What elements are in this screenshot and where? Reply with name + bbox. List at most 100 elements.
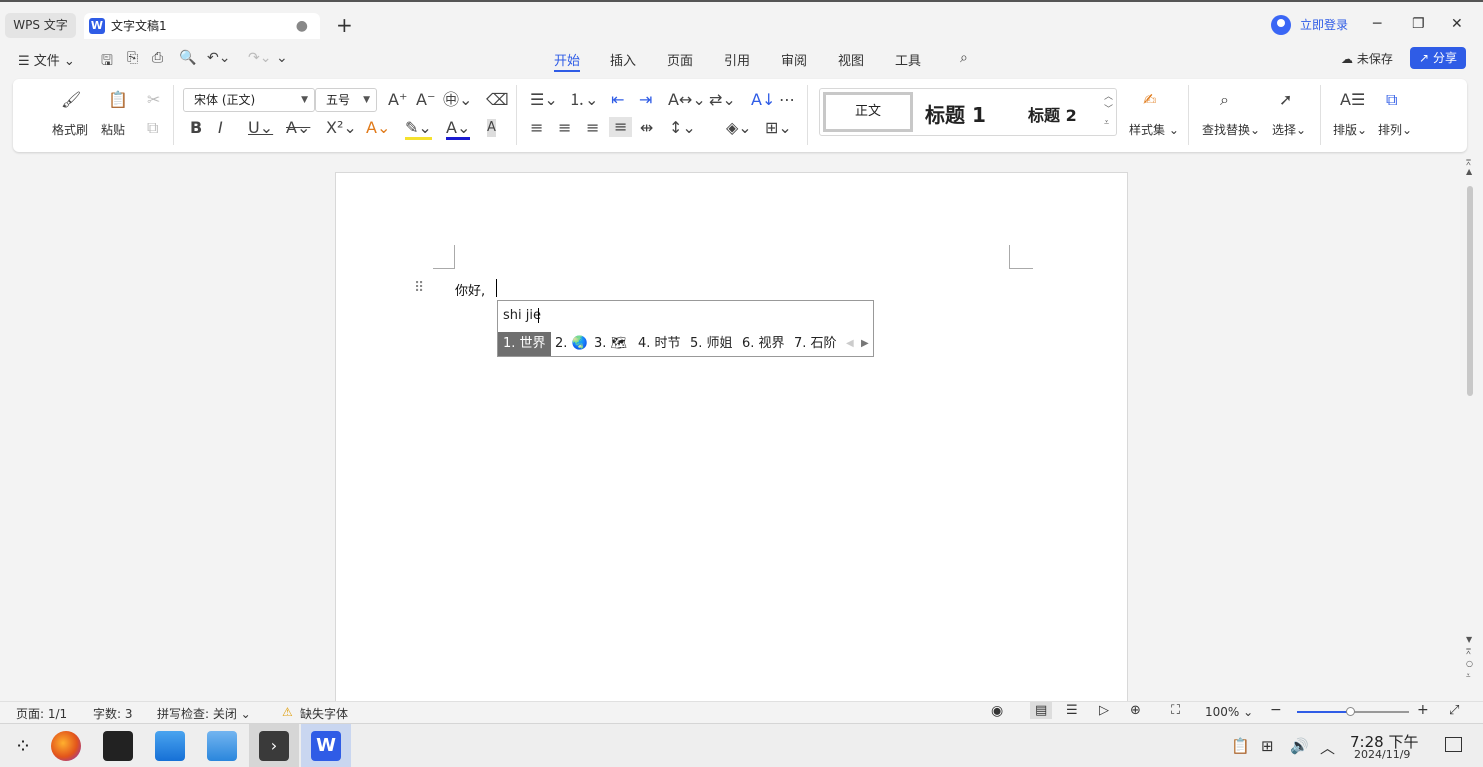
paste-button[interactable]: 粘贴 [101, 121, 125, 138]
align-left-icon[interactable]: ≡ [530, 119, 543, 137]
fit-page-icon[interactable]: ⛶ [1171, 703, 1180, 718]
superscript-icon[interactable]: X²⌄ [326, 119, 357, 137]
ime-candidate-6[interactable]: 6. 视界 [742, 332, 785, 356]
drag-handle-icon[interactable]: ⠿ [414, 280, 424, 296]
vertical-scrollbar-thumb[interactable] [1467, 186, 1473, 396]
find-replace-button[interactable]: 查找替换⌄ [1202, 121, 1260, 138]
zoom-in-icon[interactable]: + [1417, 702, 1429, 718]
ime-candidate-3[interactable]: 3. 🗺 [594, 332, 627, 356]
layout-button[interactable]: 排版⌄ [1333, 121, 1367, 138]
missing-font-link[interactable]: 缺失字体 [300, 705, 348, 722]
justify-icon[interactable]: ≡ [609, 117, 633, 137]
strikethrough-icon[interactable]: A⌄ [286, 119, 310, 137]
text-direction-icon[interactable]: ⇄⌄ [709, 91, 736, 109]
page-view-icon[interactable]: ▤ [1030, 702, 1053, 719]
print-icon[interactable]: ⎙ [152, 50, 163, 66]
search-icon[interactable]: ⌕ [960, 50, 968, 66]
document-page[interactable] [335, 172, 1128, 712]
format-painter-icon[interactable]: 🖌 [61, 91, 81, 109]
arrange-icon[interactable]: ⧉ [1386, 91, 1397, 109]
format-painter-button[interactable]: 格式刷 [52, 121, 88, 138]
zoom-select[interactable]: 100% ⌄ [1205, 705, 1253, 719]
style-heading-1[interactable]: 标题 1 [925, 99, 986, 128]
more-quick-access-icon[interactable]: ⌄ [276, 50, 288, 66]
underline-icon[interactable]: U⌄ [248, 119, 273, 137]
font-size-select[interactable]: 五号 ▼ [315, 88, 377, 112]
volume-icon[interactable]: 🔊 [1290, 737, 1309, 755]
word-count[interactable]: 字数: 3 [93, 705, 133, 722]
tab-page[interactable]: 页面 [667, 50, 693, 69]
tab-wps-home[interactable]: WPS 文字 [5, 13, 76, 38]
tab-insert[interactable]: 插入 [610, 50, 636, 69]
distribute-icon[interactable]: ⇹ [640, 119, 653, 137]
italic-icon[interactable]: I [218, 119, 223, 137]
ime-candidate-5[interactable]: 5. 师姐 [690, 332, 733, 356]
copy-icon[interactable]: ⧉ [147, 119, 158, 137]
decrease-indent-icon[interactable]: ⇤ [611, 91, 624, 109]
ime-prev-page-icon[interactable]: ◀ [846, 332, 854, 356]
firefox-icon[interactable] [51, 731, 81, 761]
tab-review[interactable]: 审阅 [781, 50, 807, 69]
store-app-icon[interactable] [155, 731, 185, 761]
select-button[interactable]: 选择⌄ [1272, 121, 1306, 138]
borders-icon[interactable]: ⊞⌄ [765, 119, 792, 137]
align-center-icon[interactable]: ≡ [558, 119, 571, 137]
increase-indent-icon[interactable]: ⇥ [639, 91, 652, 109]
web-view-icon[interactable]: ⊕ [1130, 703, 1141, 718]
layout-icon[interactable]: A☰ [1340, 91, 1365, 109]
arrange-button[interactable]: 排列⌄ [1378, 121, 1412, 138]
launcher-icon[interactable]: ⁘ [8, 731, 38, 761]
save-icon[interactable]: 🖫 [101, 50, 113, 74]
font-color-icon[interactable]: A⌄ [446, 119, 471, 140]
style-normal[interactable]: 正文 [823, 92, 913, 132]
user-avatar-icon[interactable] [1271, 15, 1291, 35]
page-count[interactable]: 页面: 1/1 [16, 705, 67, 722]
restore-button[interactable]: ❐ [1412, 14, 1425, 34]
ime-candidate-2[interactable]: 2. 🌏 [555, 332, 588, 356]
zoom-slider-handle[interactable] [1346, 707, 1355, 716]
redo-icon[interactable]: ↷⌄ [248, 50, 271, 66]
terminal-icon[interactable]: › [259, 731, 289, 761]
tab-view[interactable]: 视图 [838, 50, 864, 69]
line-spacing-icon[interactable]: ↕⌄ [669, 119, 696, 137]
input-method-icon[interactable]: ⊞ [1261, 737, 1274, 755]
bullet-list-icon[interactable]: ☰⌄ [530, 91, 558, 109]
eye-icon[interactable]: ◉ [991, 703, 1003, 719]
file-menu[interactable]: ☰ 文件 ⌄ [18, 50, 75, 69]
highlight-icon[interactable]: ✎⌄ [405, 119, 432, 140]
tab-tools[interactable]: 工具 [895, 50, 921, 69]
ime-candidate-4[interactable]: 4. 时节 [638, 332, 681, 356]
show-marks-icon[interactable]: ⋯ [779, 91, 795, 109]
clear-format-icon[interactable]: ⌫ [486, 91, 509, 109]
tab-reference[interactable]: 引用 [724, 50, 750, 69]
paste-icon[interactable]: 📋 [108, 91, 128, 109]
sort-icon[interactable]: A↓ [751, 91, 775, 109]
ime-candidate-7[interactable]: 7. 石阶 [794, 332, 837, 356]
export-icon[interactable]: ⎘ [127, 50, 138, 66]
print-preview-icon[interactable]: 🔍 [179, 50, 196, 66]
settings-app-icon[interactable] [103, 731, 133, 761]
numbered-list-icon[interactable]: ⒈⌄ [569, 91, 598, 109]
cloud-unsaved-status[interactable]: ☁ 未保存 [1341, 50, 1393, 67]
document-text[interactable]: 你好, [455, 280, 485, 299]
shading-icon[interactable]: ◈⌄ [726, 119, 752, 137]
ime-candidate-1[interactable]: 1. 世界 [498, 332, 551, 356]
align-right-icon[interactable]: ≡ [586, 119, 599, 137]
scroll-up-icon[interactable]: ⩞ ▲ [1466, 158, 1472, 176]
file-manager-icon[interactable] [207, 731, 237, 761]
tab-home[interactable]: 开始 [554, 50, 580, 69]
close-button[interactable]: ✕ [1451, 14, 1463, 34]
outline-view-icon[interactable]: ☰ [1066, 703, 1078, 718]
bold-icon[interactable]: B [190, 119, 202, 137]
style-set-button[interactable]: 样式集 ⌄ [1129, 121, 1179, 138]
tray-expand-icon[interactable]: ︿ [1320, 737, 1335, 758]
zoom-out-icon[interactable]: − [1270, 702, 1282, 718]
phonetic-guide-icon[interactable]: ㊥⌄ [443, 91, 472, 109]
text-effect-icon[interactable]: A⌄ [366, 119, 390, 137]
share-button[interactable]: ↗ 分享 [1410, 47, 1466, 69]
clock-date[interactable]: 2024/11/9 [1354, 748, 1410, 761]
style-scroll-icon[interactable]: ︿ ﹀ ⩡ [1104, 91, 1113, 130]
char-scaling-icon[interactable]: A↔⌄ [668, 91, 706, 109]
login-link[interactable]: 立即登录 [1300, 16, 1348, 33]
tab-document[interactable]: W 文字文稿1 ● [84, 13, 320, 39]
